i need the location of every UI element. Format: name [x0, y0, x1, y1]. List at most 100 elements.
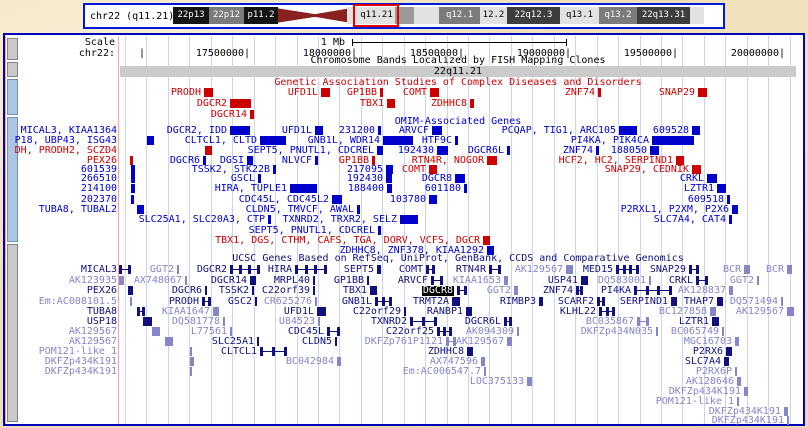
- gene-label[interactable]: CLTCL1, CLTD: [185, 136, 257, 146]
- chromosome-bands-track-button[interactable]: [7, 62, 18, 77]
- gene-box[interactable]: [652, 136, 694, 145]
- gene-tick[interactable]: [378, 126, 381, 135]
- gene-label[interactable]: HIRA, TUPLE1: [215, 184, 287, 194]
- gene-label[interactable]: SNAP29, CEDNIK: [605, 165, 689, 175]
- gene-label[interactable]: AK128837: [678, 286, 726, 296]
- gene-tick[interactable]: [517, 327, 519, 336]
- gene-model[interactable]: [202, 297, 211, 306]
- gene-box[interactable]: [437, 146, 448, 155]
- ruler-track-button[interactable]: [7, 38, 18, 60]
- gene-tick[interactable]: [404, 307, 406, 316]
- gene-box[interactable]: [290, 184, 317, 193]
- gene-tick[interactable]: [722, 327, 724, 336]
- gene-label[interactable]: PRODH: [171, 88, 201, 98]
- gene-box[interactable]: [671, 297, 677, 306]
- gene-tick[interactable]: [380, 88, 383, 97]
- gene-label[interactable]: DGCR6: [172, 286, 202, 296]
- gene-label[interactable]: 103780: [390, 195, 426, 205]
- gene-label[interactable]: SNAP29: [659, 88, 695, 98]
- gene-box[interactable]: [377, 146, 383, 155]
- gene-tick[interactable]: [258, 174, 261, 183]
- gene-tick[interactable]: [131, 195, 134, 204]
- gene-label[interactable]: RIMBP3: [500, 297, 536, 307]
- gene-model[interactable]: [213, 307, 219, 316]
- gene-tick[interactable]: [464, 184, 467, 193]
- gene-box[interactable]: [230, 126, 250, 135]
- gene-tick[interactable]: [130, 297, 132, 306]
- gene-label[interactable]: TSSK2: [219, 286, 249, 296]
- gene-tick[interactable]: [737, 397, 739, 406]
- gene-tick[interactable]: [539, 297, 543, 306]
- gene-box[interactable]: [732, 205, 738, 214]
- chromosome-band-strip[interactable]: 22q11.21: [120, 66, 796, 77]
- gene-tick[interactable]: [484, 367, 486, 376]
- gene-tick[interactable]: [757, 276, 759, 285]
- gene-tick[interactable]: [257, 337, 259, 346]
- gene-box[interactable]: [165, 337, 173, 346]
- gene-label[interactable]: LOC375133: [470, 377, 524, 387]
- gene-tick[interactable]: [131, 184, 135, 193]
- gene-box[interactable]: [317, 307, 326, 316]
- gene-model[interactable]: [260, 347, 287, 356]
- gene-tick[interactable]: [131, 165, 135, 174]
- gene-label[interactable]: TBX1: [360, 99, 384, 109]
- gene-label[interactable]: TBX1: [343, 286, 367, 296]
- chromosome-ideogram[interactable]: chr22 (q11.21) 22p1322p12p11.2q11.21q12.…: [83, 3, 725, 29]
- gene-box[interactable]: [337, 357, 341, 366]
- gene-tick[interactable]: [357, 205, 360, 214]
- gene-tick[interactable]: [377, 265, 381, 274]
- gene-model[interactable]: [426, 265, 435, 274]
- gene-tick[interactable]: [223, 317, 225, 326]
- gene-tick[interactable]: [177, 265, 179, 274]
- gene-box[interactable]: [128, 286, 133, 295]
- gene-tick[interactable]: [729, 215, 732, 224]
- gene-box[interactable]: [387, 184, 392, 193]
- gene-label[interactable]: GSC2: [228, 297, 252, 307]
- gene-label[interactable]: BC042984: [286, 357, 334, 367]
- gene-label[interactable]: ZNF74: [543, 286, 573, 296]
- gene-label[interactable]: LZTR1: [684, 184, 714, 194]
- gene-label[interactable]: 609528: [653, 126, 689, 136]
- gene-model[interactable]: [634, 286, 672, 295]
- gene-model[interactable]: [504, 317, 512, 326]
- gene-box[interactable]: [504, 276, 508, 285]
- gene-tick[interactable]: [598, 88, 601, 97]
- gene-box[interactable]: [332, 195, 342, 204]
- gene-model[interactable]: [576, 286, 583, 295]
- gene-box[interactable]: [250, 276, 256, 285]
- gene-box[interactable]: [370, 286, 377, 295]
- gene-tick[interactable]: [190, 347, 192, 356]
- gene-box[interactable]: [566, 265, 573, 274]
- gene-model[interactable]: [744, 265, 750, 274]
- gene-tick[interactable]: [507, 146, 510, 155]
- gene-box[interactable]: [726, 347, 732, 356]
- gene-label[interactable]: BCR: [723, 265, 741, 275]
- gene-model[interactable]: [295, 265, 327, 274]
- gene-label[interactable]: GGT2: [150, 265, 174, 275]
- gene-model[interactable]: [457, 286, 467, 295]
- gene-box[interactable]: [455, 174, 465, 183]
- gene-label[interactable]: SEPT5: [344, 265, 374, 275]
- gene-box[interactable]: [466, 307, 472, 316]
- gene-tick[interactable]: [119, 276, 124, 285]
- gene-box[interactable]: [260, 136, 286, 145]
- gene-box[interactable]: [692, 126, 700, 135]
- gene-tick[interactable]: [470, 99, 474, 108]
- gene-tick[interactable]: [656, 327, 658, 336]
- gene-tick[interactable]: [205, 286, 207, 295]
- gene-box[interactable]: [467, 347, 473, 356]
- gene-box[interactable]: [712, 317, 719, 326]
- gene-label[interactable]: ZDHHC8: [431, 99, 467, 109]
- gene-tick[interactable]: [649, 276, 651, 285]
- gene-label[interactable]: BCR: [766, 265, 784, 275]
- gene-box[interactable]: [787, 265, 792, 274]
- gene-box[interactable]: [152, 327, 160, 336]
- gene-tick[interactable]: [313, 276, 315, 285]
- gene-box[interactable]: [507, 337, 512, 346]
- gene-box[interactable]: [707, 174, 717, 183]
- gene-box[interactable]: [432, 126, 442, 135]
- gene-box[interactable]: [321, 88, 330, 97]
- gene-label[interactable]: COMT: [399, 265, 423, 275]
- gene-box[interactable]: [315, 126, 323, 135]
- gene-tick[interactable]: [315, 156, 318, 165]
